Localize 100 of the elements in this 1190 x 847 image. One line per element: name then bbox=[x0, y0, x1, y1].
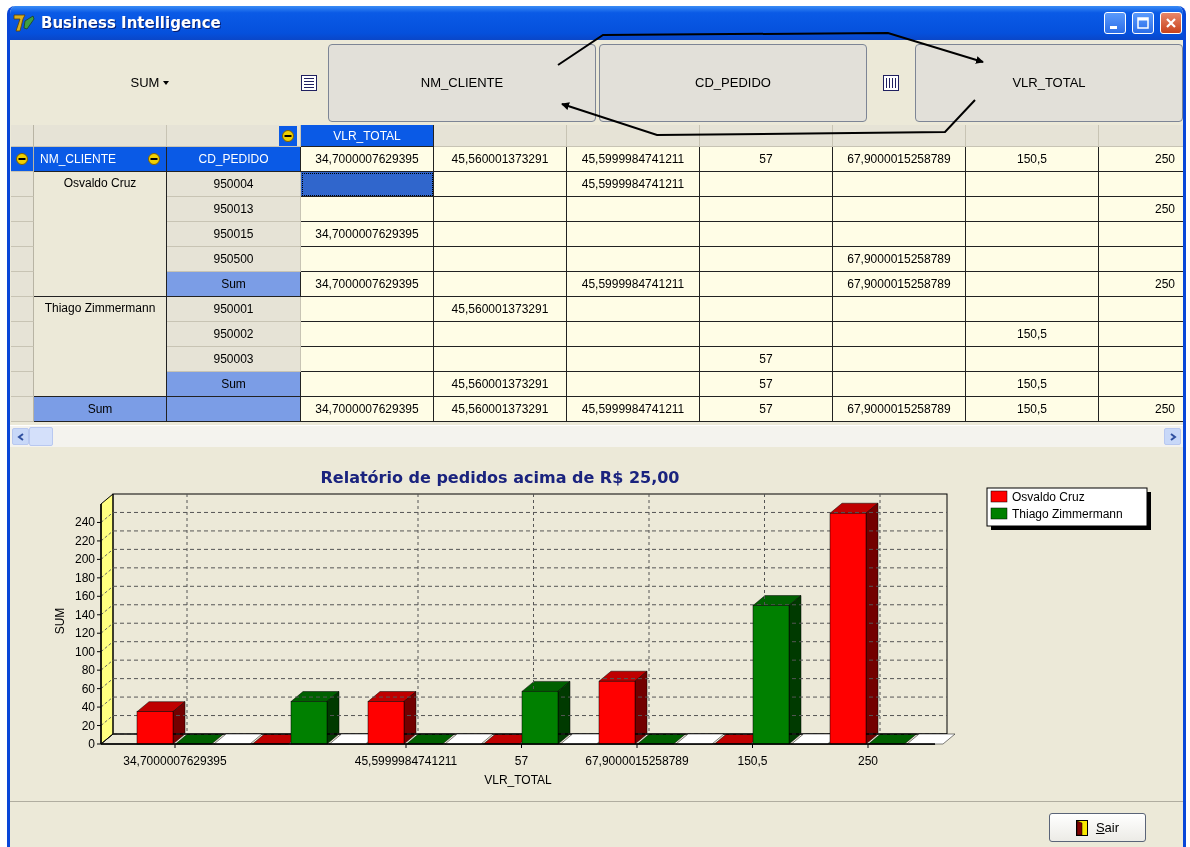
table-cell[interactable] bbox=[567, 197, 700, 222]
row-label: 950003 bbox=[167, 347, 301, 372]
table-cell[interactable]: 45,5999984741211 bbox=[567, 172, 700, 197]
row-indicator bbox=[11, 197, 34, 222]
collapse-icon[interactable] bbox=[279, 125, 297, 146]
table-cell[interactable] bbox=[567, 347, 700, 372]
maximize-icon bbox=[1137, 17, 1149, 29]
axis-label: 20 bbox=[81, 718, 95, 733]
column-value-header: 57 bbox=[700, 147, 833, 172]
table-cell[interactable] bbox=[434, 322, 567, 347]
table-cell[interactable] bbox=[434, 222, 567, 247]
row-label: 950013 bbox=[167, 197, 301, 222]
table-cell: 45,5999984741211 bbox=[567, 272, 700, 297]
table-cell: 45,560001373291 bbox=[434, 372, 567, 397]
table-cell[interactable] bbox=[567, 322, 700, 347]
aggregate-dropdown[interactable]: SUM bbox=[126, 73, 174, 92]
table-cell[interactable] bbox=[567, 222, 700, 247]
scrollbar-thumb[interactable] bbox=[29, 427, 53, 446]
axis-label: 60 bbox=[81, 681, 95, 696]
table-cell[interactable] bbox=[966, 297, 1099, 322]
axis-title: VLR_TOTAL bbox=[484, 773, 552, 787]
table-cell[interactable] bbox=[434, 247, 567, 272]
table-cell[interactable] bbox=[966, 222, 1099, 247]
table-cell[interactable] bbox=[966, 247, 1099, 272]
table-cell[interactable] bbox=[833, 297, 966, 322]
table-cell[interactable] bbox=[567, 297, 700, 322]
table-cell[interactable] bbox=[700, 297, 833, 322]
scroll-right-button[interactable] bbox=[1164, 428, 1181, 445]
table-cell[interactable] bbox=[301, 347, 434, 372]
axis-label: 67,9000015258789 bbox=[585, 754, 689, 768]
collapse-icon[interactable] bbox=[16, 153, 28, 165]
maximize-button[interactable] bbox=[1132, 12, 1154, 34]
table-cell[interactable] bbox=[700, 322, 833, 347]
table-cell[interactable]: 34,7000007629395 bbox=[301, 222, 434, 247]
app-icon bbox=[13, 13, 35, 33]
door-icon bbox=[1075, 819, 1088, 836]
columns-icon[interactable] bbox=[883, 74, 899, 91]
axis-label: 250 bbox=[858, 754, 878, 768]
row-field-button[interactable]: NM_CLIENTE bbox=[328, 43, 596, 122]
table-cell[interactable] bbox=[567, 247, 700, 272]
column-field-button[interactable]: VLR_TOTAL bbox=[915, 43, 1183, 122]
table-cell[interactable] bbox=[301, 247, 434, 272]
table-cell[interactable] bbox=[700, 247, 833, 272]
chart-title: Relatório de pedidos acima de R$ 25,00 bbox=[320, 468, 680, 487]
axis-label: 40 bbox=[81, 700, 95, 715]
table-cell: 45,5999984741211 bbox=[567, 397, 700, 422]
table-cell: 150,5 bbox=[966, 372, 1099, 397]
group-name: Thiago Zimmermann bbox=[34, 297, 167, 397]
row-indicator bbox=[11, 347, 34, 372]
row-field-header[interactable]: NM_CLIENTE bbox=[34, 147, 167, 172]
table-cell[interactable] bbox=[301, 322, 434, 347]
bar bbox=[598, 681, 636, 745]
exit-button[interactable]: Sair bbox=[1049, 813, 1146, 842]
table-cell[interactable] bbox=[434, 347, 567, 372]
table-cell[interactable]: 250 bbox=[1099, 197, 1183, 222]
table-cell[interactable] bbox=[833, 222, 966, 247]
rows-icon[interactable] bbox=[301, 74, 317, 91]
table-cell[interactable] bbox=[434, 197, 567, 222]
table-cell: 250 bbox=[1099, 397, 1183, 422]
row-label: 950002 bbox=[167, 322, 301, 347]
row-label: 950500 bbox=[167, 247, 301, 272]
total-label: Sum bbox=[34, 397, 167, 422]
chevron-right-icon bbox=[1168, 432, 1177, 441]
scroll-left-button[interactable] bbox=[12, 428, 29, 445]
table-cell[interactable] bbox=[966, 197, 1099, 222]
close-icon bbox=[1165, 17, 1177, 29]
bar bbox=[367, 701, 405, 745]
table-cell[interactable] bbox=[434, 172, 567, 197]
table-cell: 45,560001373291 bbox=[434, 397, 567, 422]
table-cell[interactable] bbox=[700, 222, 833, 247]
row-label: 950001 bbox=[167, 297, 301, 322]
table-cell[interactable] bbox=[301, 297, 434, 322]
axis-label: 180 bbox=[74, 570, 95, 585]
table-cell[interactable]: 57 bbox=[700, 347, 833, 372]
collapse-icon[interactable] bbox=[148, 153, 160, 165]
chevron-left-icon bbox=[16, 432, 25, 441]
selected-cell[interactable] bbox=[301, 172, 434, 197]
table-cell[interactable]: 45,560001373291 bbox=[434, 297, 567, 322]
table-cell[interactable]: 150,5 bbox=[966, 322, 1099, 347]
table-cell[interactable] bbox=[700, 172, 833, 197]
table-cell[interactable] bbox=[833, 172, 966, 197]
axis-title: SUM bbox=[53, 607, 67, 635]
close-button[interactable] bbox=[1160, 12, 1182, 34]
table-cell[interactable]: 67,9000015258789 bbox=[833, 247, 966, 272]
table-cell[interactable] bbox=[966, 172, 1099, 197]
group-name: Osvaldo Cruz bbox=[34, 172, 167, 297]
row-field-header[interactable]: CD_PEDIDO bbox=[167, 147, 301, 172]
table-cell[interactable] bbox=[700, 197, 833, 222]
table-cell[interactable] bbox=[833, 197, 966, 222]
column-value-header: 150,5 bbox=[966, 147, 1099, 172]
table-cell[interactable] bbox=[833, 347, 966, 372]
minimize-button[interactable] bbox=[1104, 12, 1126, 34]
axis-label: 160 bbox=[74, 589, 95, 604]
row-label: 950004 bbox=[167, 172, 301, 197]
table-cell[interactable] bbox=[301, 197, 434, 222]
row-label: 950015 bbox=[167, 222, 301, 247]
table-cell[interactable] bbox=[966, 347, 1099, 372]
table-cell[interactable] bbox=[833, 322, 966, 347]
axis-label: 45,5999984741211 bbox=[354, 754, 458, 768]
row-field-button[interactable]: CD_PEDIDO bbox=[599, 43, 867, 122]
